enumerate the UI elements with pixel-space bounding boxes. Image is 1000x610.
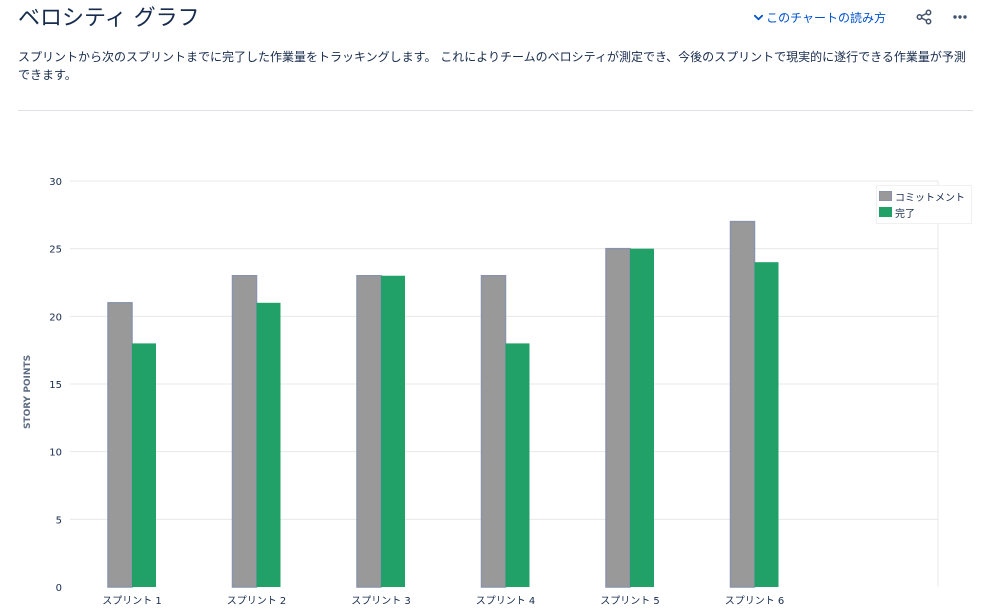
x-tick-label: スプリント 2 — [227, 595, 287, 607]
legend-item-commitment: コミットメント — [879, 188, 971, 204]
y-tick-label: 0 — [56, 583, 62, 594]
legend-swatch — [879, 207, 892, 217]
legend-label: 完了 — [895, 208, 915, 220]
legend-item-completed: 完了 — [879, 204, 971, 220]
y-tick-label: 30 — [49, 177, 62, 188]
legend-label: コミットメント — [895, 192, 965, 204]
bar-commitment — [605, 247, 631, 588]
bar-completed — [381, 275, 405, 587]
bar-commitment — [729, 220, 756, 588]
y-tick-label: 25 — [49, 245, 62, 256]
x-tick-label: スプリント 1 — [102, 595, 162, 607]
bar-completed — [256, 302, 281, 587]
x-tick-label: スプリント 3 — [351, 595, 411, 607]
y-tick-label: 15 — [49, 380, 62, 391]
bar-commitment — [356, 274, 382, 588]
y-tick-label: 10 — [49, 448, 62, 459]
legend-swatch — [879, 191, 892, 201]
bar-completed — [754, 262, 779, 587]
y-tick-label: 5 — [56, 515, 62, 526]
velocity-chart: 0 5 10 15 20 25 30 STORY POINTS スプリント 1 スプリント 2 スプ… — [23, 177, 939, 607]
y-tick-label: 20 — [49, 312, 62, 323]
bar-commitment — [480, 274, 507, 588]
bar-commitment — [107, 302, 133, 588]
bar-commitment — [231, 274, 258, 588]
bar-completed — [630, 248, 654, 587]
x-tick-label: スプリント 5 — [600, 595, 660, 607]
velocity-chart-page: ベロシティ グラフ このチャートの読み方 スプリントから次のスプリントまでに完了… — [0, 0, 1000, 610]
y-axis-label: STORY POINTS — [23, 355, 33, 429]
chart-legend: コミットメント 完了 — [876, 185, 972, 224]
x-tick-label: スプリント 4 — [476, 595, 536, 607]
x-tick-label: スプリント 6 — [725, 595, 785, 607]
bar-completed — [505, 343, 530, 587]
bar-completed — [132, 343, 156, 587]
